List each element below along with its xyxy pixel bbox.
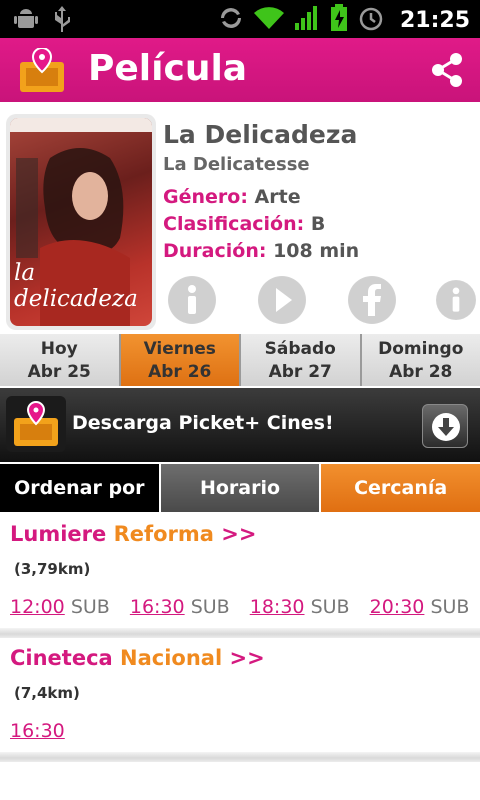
genre-value: Arte [254, 186, 301, 208]
showtimes: 16:30 [10, 720, 65, 742]
day-date: Abr 28 [389, 362, 453, 382]
poster-title: la delicadeza [14, 260, 138, 312]
cinema-name[interactable]: Cineteca Nacional >> [10, 646, 265, 670]
day-tab-domingo[interactable]: Domingo Abr 28 [361, 334, 480, 386]
alarm-icon [358, 5, 384, 35]
chevrons-icon: >> [229, 646, 265, 670]
rating-row: Clasificación: B [163, 213, 325, 235]
facebook-icon[interactable] [348, 276, 396, 324]
play-icon[interactable] [258, 276, 306, 324]
cinema-name-part: Nacional [120, 646, 223, 670]
day-name: Domingo [378, 339, 464, 359]
genre-label: Género: [163, 186, 248, 208]
day-tab-sabado[interactable]: Sábado Abr 27 [241, 334, 360, 386]
movie-original-title: La Delicatesse [163, 154, 310, 175]
duration-label: Duración: [163, 240, 267, 262]
showtime-format: SUB [430, 596, 470, 618]
showtime-format: SUB [70, 596, 110, 618]
app-logo-icon[interactable] [18, 46, 66, 94]
showtime-link[interactable]: 20:30 [370, 596, 425, 618]
day-selector: Hoy Abr 25 Viernes Abr 26 Sábado Abr 27 … [0, 334, 480, 386]
app-bar: Película [0, 38, 480, 102]
duration-row: Duración: 108 min [163, 240, 359, 262]
cinema-name-part: Reforma [113, 522, 214, 546]
day-date: Abr 27 [268, 362, 332, 382]
showtimes: 12:00 SUB 16:30 SUB 18:30 SUB 20:30 SUB [10, 596, 480, 618]
showtime-format: SUB [310, 596, 350, 618]
cinema-item[interactable]: Lumiere Reforma >> (3,79km) 12:00 SUB 16… [0, 522, 480, 632]
page-title: Película [88, 48, 248, 89]
movie-poster[interactable]: la delicadeza [6, 114, 156, 330]
banner-text: Descarga Picket+ Cines! [72, 412, 334, 434]
android-debug-icon [14, 6, 38, 36]
divider [0, 752, 480, 762]
movie-title: La Delicadeza [163, 120, 358, 149]
cinema-distance: (7,4km) [14, 684, 80, 702]
info-icon[interactable] [168, 276, 216, 324]
divider [0, 628, 480, 638]
sort-label: Ordenar por [0, 464, 159, 512]
sort-option-cercania[interactable]: Cercanía [321, 464, 480, 512]
showtime-link[interactable]: 16:30 [130, 596, 185, 618]
showtime-link[interactable]: 12:00 [10, 596, 65, 618]
rating-value: B [310, 213, 326, 235]
cinema-item[interactable]: Cineteca Nacional >> (7,4km) 16:30 [0, 646, 480, 756]
sort-option-horario[interactable]: Horario [160, 464, 320, 512]
download-icon[interactable] [422, 404, 468, 448]
genre-row: Género: Arte [163, 186, 301, 208]
chevrons-icon: >> [221, 522, 257, 546]
share-icon[interactable] [430, 52, 464, 88]
info-icon[interactable] [436, 280, 476, 320]
cinema-name-part: Cineteca [10, 646, 113, 670]
day-name: Viernes [143, 339, 216, 359]
day-name: Hoy [40, 339, 78, 359]
status-bar: 21:25 [0, 0, 480, 38]
day-name: Sábado [264, 339, 336, 359]
movie-actions [166, 276, 480, 326]
battery-icon [330, 4, 348, 36]
day-tab-hoy[interactable]: Hoy Abr 25 [0, 334, 119, 386]
poster-image: la delicadeza [10, 118, 152, 326]
duration-value: 108 min [273, 240, 360, 262]
usb-icon [52, 6, 72, 36]
wifi-icon [253, 5, 284, 35]
showtime-format: SUB [190, 596, 230, 618]
picket-logo-icon [6, 396, 66, 452]
cinema-name[interactable]: Lumiere Reforma >> [10, 522, 256, 546]
showtime-link[interactable]: 16:30 [10, 720, 65, 742]
day-tab-viernes[interactable]: Viernes Abr 26 [120, 334, 239, 386]
download-banner[interactable]: Descarga Picket+ Cines! [0, 388, 480, 462]
rating-label: Clasificación: [163, 213, 305, 235]
cinema-name-part: Lumiere [10, 522, 107, 546]
showtime-link[interactable]: 18:30 [250, 596, 305, 618]
day-date: Abr 26 [148, 362, 212, 382]
clock: 21:25 [399, 7, 470, 33]
cinema-distance: (3,79km) [14, 560, 91, 578]
day-date: Abr 25 [27, 362, 91, 382]
sort-bar: Ordenar por Horario Cercanía [0, 464, 480, 512]
signal-icon [294, 5, 320, 35]
sync-icon [218, 5, 244, 35]
movie-details: la delicadeza La Delicadeza La Delicates… [0, 102, 480, 334]
